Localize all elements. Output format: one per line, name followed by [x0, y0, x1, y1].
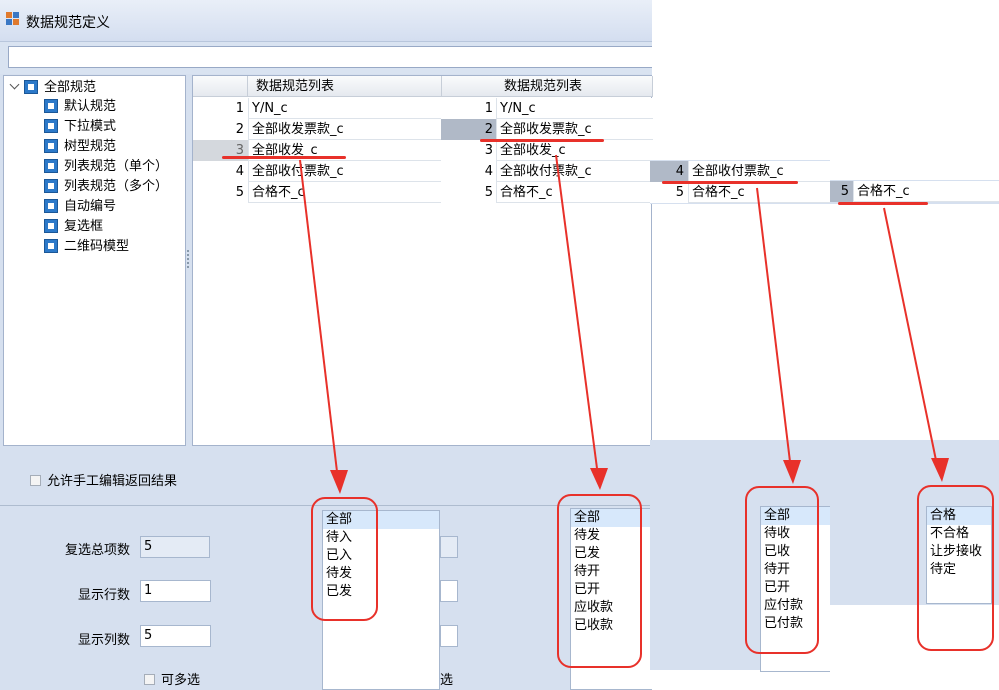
arrow-1	[299, 159, 339, 481]
arrow-3	[756, 187, 792, 471]
annotation-arrows	[299, 154, 949, 494]
arrowhead-2	[590, 468, 608, 490]
arrowhead-3	[783, 460, 801, 484]
arrow-2	[555, 154, 599, 477]
arrowhead-4	[931, 458, 949, 482]
arrow-4	[883, 207, 939, 471]
arrowhead-1	[330, 470, 348, 494]
